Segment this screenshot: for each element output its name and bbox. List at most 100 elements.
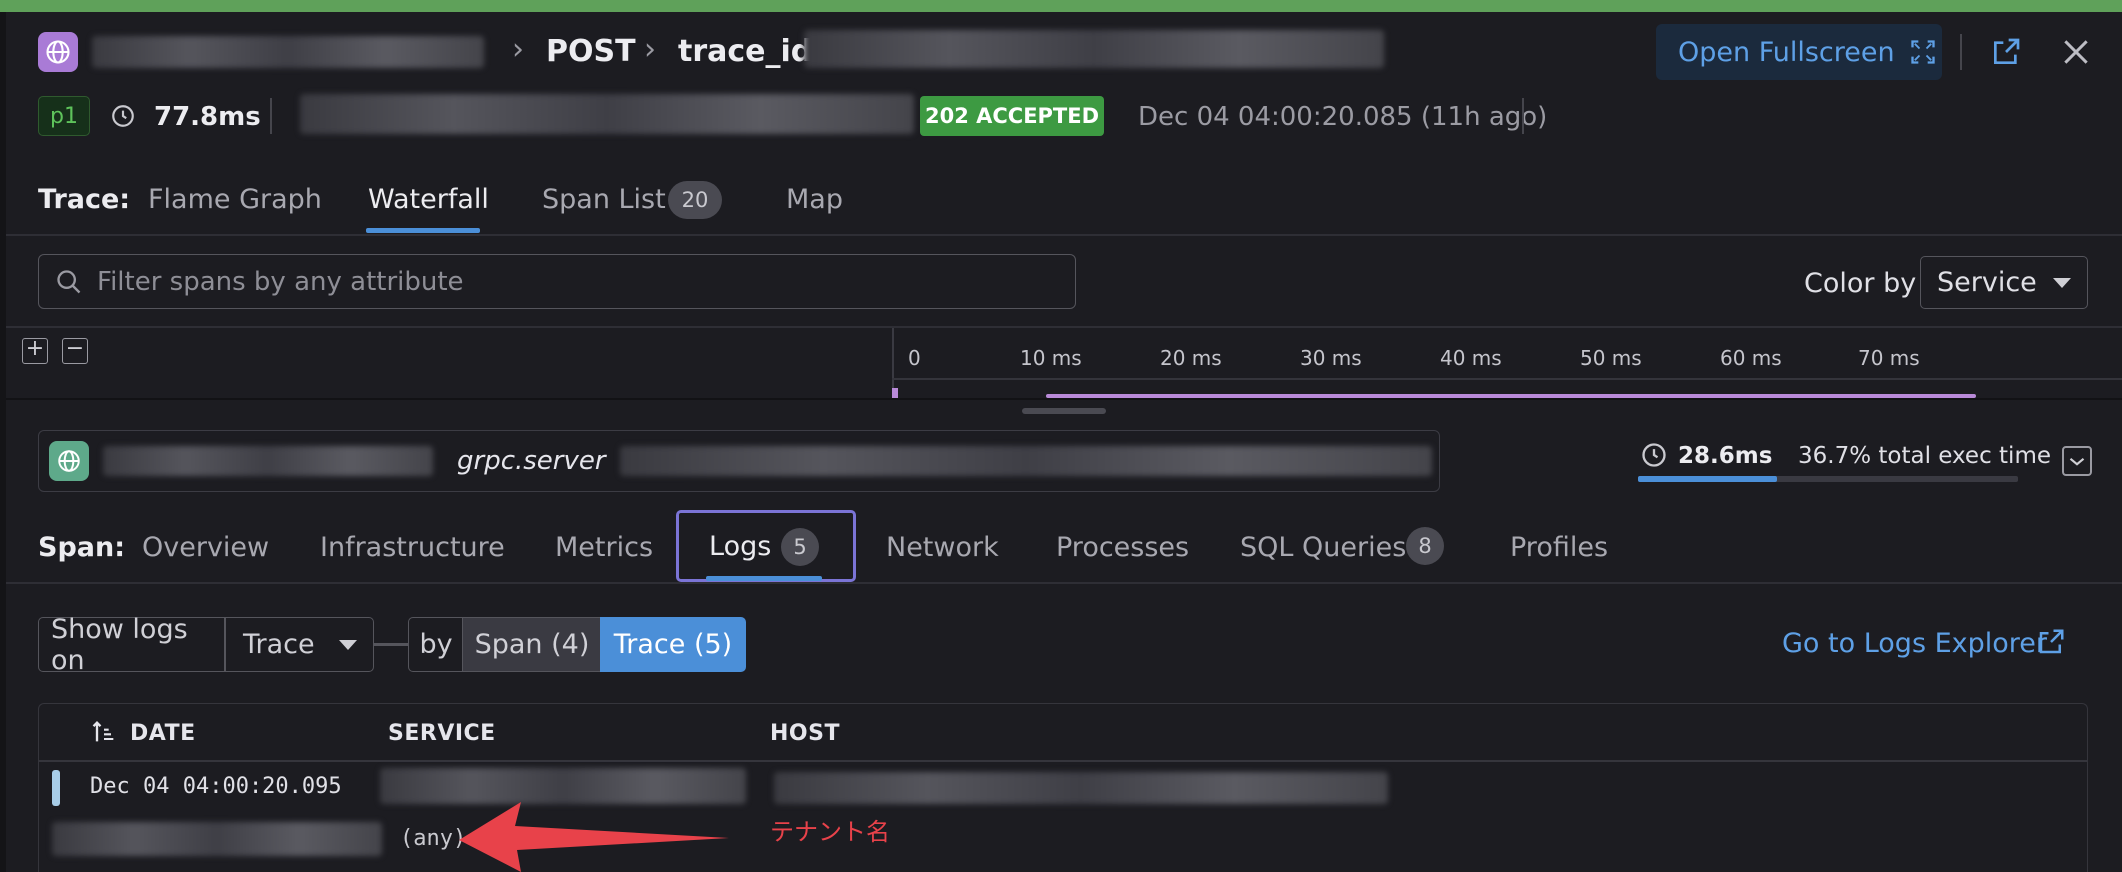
- status-badge: 202 ACCEPTED: [920, 96, 1104, 136]
- tab-network[interactable]: Network: [886, 532, 999, 563]
- span-logs-option[interactable]: Span (4): [462, 617, 602, 672]
- annotation-arrow: [455, 798, 735, 872]
- timeline-tick: 40 ms: [1440, 346, 1502, 370]
- timeline-tick: 70 ms: [1858, 346, 1920, 370]
- divider: [6, 326, 2122, 328]
- priority-badge: p1: [38, 96, 90, 136]
- divider: [1960, 34, 1962, 70]
- sort-ascending-icon[interactable]: [90, 718, 118, 750]
- divider: [892, 378, 2122, 380]
- chevron-down-icon: [339, 639, 357, 650]
- window-left-edge: [0, 12, 6, 872]
- timeline-tick: 50 ms: [1580, 346, 1642, 370]
- tab-logs-label: Logs: [709, 531, 772, 562]
- tab-logs[interactable]: Logs 5: [676, 510, 856, 582]
- trace-duration: 77.8ms: [154, 102, 261, 132]
- globe-icon: [49, 441, 89, 481]
- window-top-accent: [0, 0, 2122, 12]
- resource-name-redacted: [619, 446, 1432, 476]
- table-row[interactable]: Dec 04 04:00:20.095 (any): [38, 762, 2088, 872]
- pane-divider: [6, 398, 2122, 400]
- service-name-redacted: [103, 446, 433, 476]
- globe-icon: [38, 32, 78, 72]
- show-logs-on-label: Show logs on: [38, 614, 226, 676]
- open-fullscreen-label: Open Fullscreen: [1678, 36, 1895, 68]
- tab-processes[interactable]: Processes: [1056, 532, 1189, 563]
- show-logs-on-select[interactable]: Trace: [224, 617, 374, 672]
- trace-tabs-label: Trace:: [38, 184, 131, 215]
- tab-map[interactable]: Map: [786, 184, 843, 215]
- trace-logs-option[interactable]: Trace (5): [600, 617, 746, 672]
- color-by-label: Color by: [1804, 268, 1917, 299]
- logs-explorer-link[interactable]: Go to Logs Explorer: [1782, 628, 2047, 659]
- url-redacted: [300, 94, 914, 134]
- span-filter-input[interactable]: [97, 266, 997, 297]
- external-link-icon[interactable]: [1990, 36, 2022, 72]
- timeline-tick: 30 ms: [1300, 346, 1362, 370]
- external-link-icon[interactable]: [2036, 627, 2066, 661]
- exec-time-bar: [1638, 476, 2018, 482]
- clock-icon: [110, 103, 136, 133]
- span-operation-name: grpc.server: [457, 446, 606, 476]
- breadcrumb-method: POST: [546, 34, 636, 69]
- tab-flame-graph[interactable]: Flame Graph: [148, 184, 322, 215]
- connector-line: [374, 643, 408, 646]
- active-tab-indicator: [366, 228, 480, 233]
- timeline-tick: 10 ms: [1020, 346, 1082, 370]
- tab-profiles[interactable]: Profiles: [1510, 532, 1608, 563]
- trace-timestamp: Dec 04 04:00:20.085 (11h ago): [1138, 102, 1548, 132]
- chevron-right-icon: ›: [644, 32, 656, 67]
- timeline-tick: 0: [908, 346, 921, 370]
- column-header-host[interactable]: HOST: [770, 721, 840, 746]
- breadcrumb-trace-label: trace_id: [678, 34, 813, 69]
- logs-count-badge: 5: [781, 528, 819, 566]
- divider: [6, 582, 2122, 584]
- trace-id-redacted: [804, 30, 1384, 68]
- chevron-right-icon: ›: [512, 32, 524, 67]
- chevron-down-icon: [2053, 277, 2071, 288]
- show-logs-on-value: Trace: [243, 629, 315, 660]
- tab-infrastructure[interactable]: Infrastructure: [320, 532, 505, 563]
- host-redacted: [774, 772, 1388, 804]
- fullscreen-icon: [1910, 40, 1935, 64]
- service-name-redacted: [92, 36, 484, 68]
- divider: [270, 98, 272, 134]
- timeline-tick: 60 ms: [1720, 346, 1782, 370]
- color-by-value: Service: [1937, 267, 2037, 298]
- tab-span-list[interactable]: Span List: [542, 184, 666, 215]
- collapse-panel-icon[interactable]: [2062, 446, 2092, 476]
- exec-time-label: 36.7% total exec time: [1798, 443, 2051, 469]
- span-duration: 28.6ms: [1678, 443, 1773, 469]
- message-redacted: [52, 822, 382, 856]
- timeline-tick: 20 ms: [1160, 346, 1222, 370]
- tab-overview[interactable]: Overview: [142, 532, 269, 563]
- tab-metrics[interactable]: Metrics: [555, 532, 653, 563]
- tab-waterfall[interactable]: Waterfall: [368, 184, 489, 215]
- tab-sql-queries[interactable]: SQL Queries: [1240, 532, 1406, 563]
- by-label: by: [408, 617, 464, 672]
- span-filter-field[interactable]: [38, 254, 1076, 309]
- collapse-all-icon[interactable]: −: [62, 338, 88, 364]
- color-by-select[interactable]: Service: [1920, 256, 2088, 309]
- active-tab-indicator: [706, 576, 822, 581]
- column-header-service[interactable]: SERVICE: [388, 721, 496, 746]
- span-count-badge: 20: [668, 181, 722, 219]
- divider: [892, 328, 894, 396]
- annotation-label: テナント名: [770, 818, 890, 846]
- search-icon: [57, 269, 81, 293]
- divider: [6, 234, 2122, 236]
- span-bar[interactable]: [892, 388, 898, 398]
- log-date: Dec 04 04:00:20.095: [90, 774, 342, 799]
- span-summary: grpc.server: [38, 430, 1440, 492]
- exec-time-fill: [1638, 476, 1778, 482]
- sql-count-badge: 8: [1406, 527, 1444, 565]
- resize-handle[interactable]: [1022, 408, 1106, 414]
- expand-all-icon[interactable]: +: [22, 338, 48, 364]
- close-icon[interactable]: [2060, 36, 2092, 72]
- clock-icon: [1640, 441, 1668, 473]
- column-header-date[interactable]: DATE: [130, 721, 196, 746]
- span-tabs-label: Span:: [38, 532, 126, 563]
- open-fullscreen-button[interactable]: Open Fullscreen: [1656, 24, 1942, 80]
- log-status-indicator: [52, 770, 60, 806]
- divider: [1522, 98, 1524, 134]
